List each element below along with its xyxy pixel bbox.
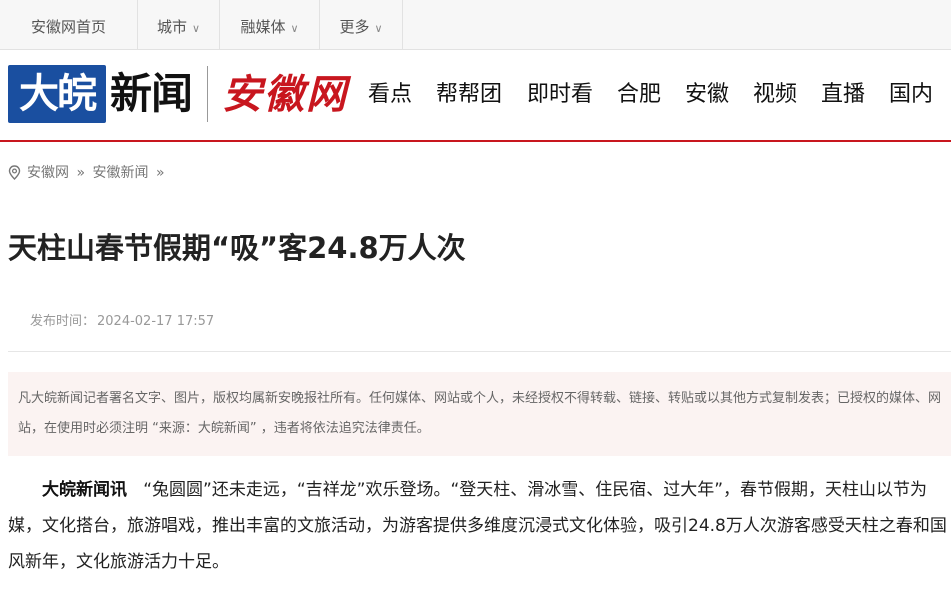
nav-item-video[interactable]: 视频 (753, 80, 797, 110)
breadcrumb-separator: » (76, 165, 86, 181)
chevron-down-icon: ∨ (374, 22, 383, 35)
copyright-notice: 凡大皖新闻记者署名文字、图片，版权均属新安晚报社所有。任何媒体、网站或个人，未经… (8, 372, 951, 456)
anhui-net-logo[interactable]: 安徽网 (222, 68, 348, 122)
dawan-logo[interactable]: 大皖 (8, 65, 106, 123)
topbar-home-label: 安徽网首页 (30, 18, 106, 36)
logo-news-text: 新闻 (110, 69, 193, 118)
topbar-city-menu[interactable]: 城市 ∨ (138, 0, 220, 49)
logo-divider (207, 66, 208, 122)
publish-time-value: 2024-02-17 17:57 (97, 314, 215, 329)
article-title: 天柱山春节假期“吸”客24.8万人次 (8, 231, 466, 265)
nav-item-live[interactable]: 直播 (821, 80, 865, 110)
body-text: “兔圆圆”还未走远，“吉祥龙”欢乐登场。“登天柱、滑冰雪、住民宿、过大年”，春节… (8, 480, 947, 572)
nav-item-bangbangtuan[interactable]: 帮帮团 (436, 80, 502, 110)
nav-item-anhui[interactable]: 安徽 (685, 80, 729, 110)
publish-time-label: 发布时间： (30, 314, 96, 329)
top-bar: 安徽网首页 城市 ∨ 融媒体 ∨ 更多 ∨ (0, 0, 951, 50)
lead-source: 大皖新闻讯 (42, 480, 127, 500)
publish-time: 发布时间： 2024-02-17 17:57 (30, 311, 214, 333)
topbar-home-link[interactable]: 安徽网首页 (0, 0, 138, 49)
topbar-more-label: 更多 (339, 18, 370, 36)
logo-mark-text: 大皖 (19, 70, 97, 117)
breadcrumb: 安徽网 » 安徽新闻 » (8, 162, 168, 184)
topbar-more-menu[interactable]: 更多 ∨ (320, 0, 403, 49)
article-body-paragraph: 大皖新闻讯 “兔圆圆”还未走远，“吉祥龙”欢乐登场。“登天柱、滑冰雪、住民宿、过… (8, 472, 951, 580)
nav-item-jishikan[interactable]: 即时看 (527, 80, 593, 110)
nav-item-domestic[interactable]: 国内 (889, 80, 933, 110)
breadcrumb-separator: » (155, 165, 165, 181)
topbar-media-menu[interactable]: 融媒体 ∨ (220, 0, 320, 49)
topbar-media-label: 融媒体 (240, 18, 286, 36)
location-pin-icon (8, 165, 21, 187)
site-header: 大皖 新闻 安徽网 看点 帮帮团 即时看 合肥 安徽 视频 直播 国内 (0, 50, 951, 142)
breadcrumb-link-anhui-news[interactable]: 安徽新闻 (92, 165, 148, 181)
nav-item-hefei[interactable]: 合肥 (617, 80, 661, 110)
title-divider (8, 351, 951, 352)
chevron-down-icon: ∨ (191, 22, 201, 35)
breadcrumb-link-anhuinet[interactable]: 安徽网 (27, 165, 69, 181)
chevron-down-icon: ∨ (290, 22, 299, 35)
nav-item-kandian[interactable]: 看点 (368, 80, 412, 110)
topbar-city-label: 城市 (156, 18, 187, 36)
